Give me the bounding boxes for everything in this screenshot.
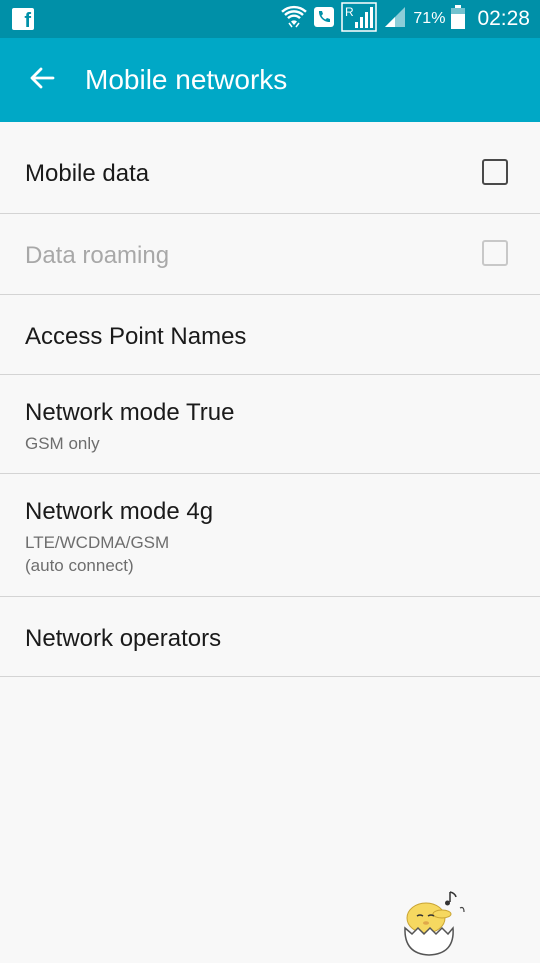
phone-call-icon — [313, 6, 335, 33]
roaming-signal-icon: R — [341, 1, 378, 37]
facebook-icon: f — [12, 8, 34, 30]
data-roaming-row[interactable]: Data roaming — [0, 214, 540, 295]
mobile-data-label: Mobile data — [25, 160, 150, 187]
signal-icon — [383, 5, 407, 34]
network-operators-row[interactable]: Network operators — [0, 597, 540, 677]
arrow-left-icon — [29, 67, 55, 94]
network-mode-true-row[interactable]: Network mode True GSM only — [0, 375, 540, 474]
settings-list: Mobile data Data roaming Access Point Na… — [0, 122, 540, 677]
data-roaming-checkbox[interactable] — [482, 240, 508, 266]
battery-percent: 71% — [413, 10, 446, 27]
wifi-icon — [281, 5, 308, 34]
network-mode-true-summary: GSM only — [25, 434, 100, 453]
network-mode-true-label: Network mode True — [25, 399, 235, 426]
network-mode-4g-summary-line2: (auto connect) — [25, 556, 134, 575]
data-roaming-label: Data roaming — [25, 242, 170, 269]
access-point-names-row[interactable]: Access Point Names — [0, 295, 540, 375]
status-bar: f R 71% 02:28 — [0, 0, 540, 38]
mobile-data-row[interactable]: Mobile data — [0, 122, 540, 214]
egg-mascot-icon — [400, 888, 468, 958]
app-bar: Mobile networks — [0, 38, 540, 122]
back-button[interactable] — [22, 60, 62, 100]
clock: 02:28 — [477, 7, 530, 30]
status-icons: R 71% 02:28 — [281, 0, 530, 38]
page-title: Mobile networks — [85, 64, 288, 95]
mobile-data-checkbox[interactable] — [482, 159, 508, 185]
access-point-names-label: Access Point Names — [25, 323, 247, 350]
network-operators-label: Network operators — [25, 625, 222, 652]
network-mode-4g-row[interactable]: Network mode 4g LTE/WCDMA/GSM (auto conn… — [0, 474, 540, 597]
network-mode-4g-summary-line1: LTE/WCDMA/GSM — [25, 533, 170, 552]
battery-icon — [451, 4, 466, 34]
network-mode-4g-label: Network mode 4g — [25, 498, 214, 525]
svg-text:R: R — [345, 5, 354, 19]
